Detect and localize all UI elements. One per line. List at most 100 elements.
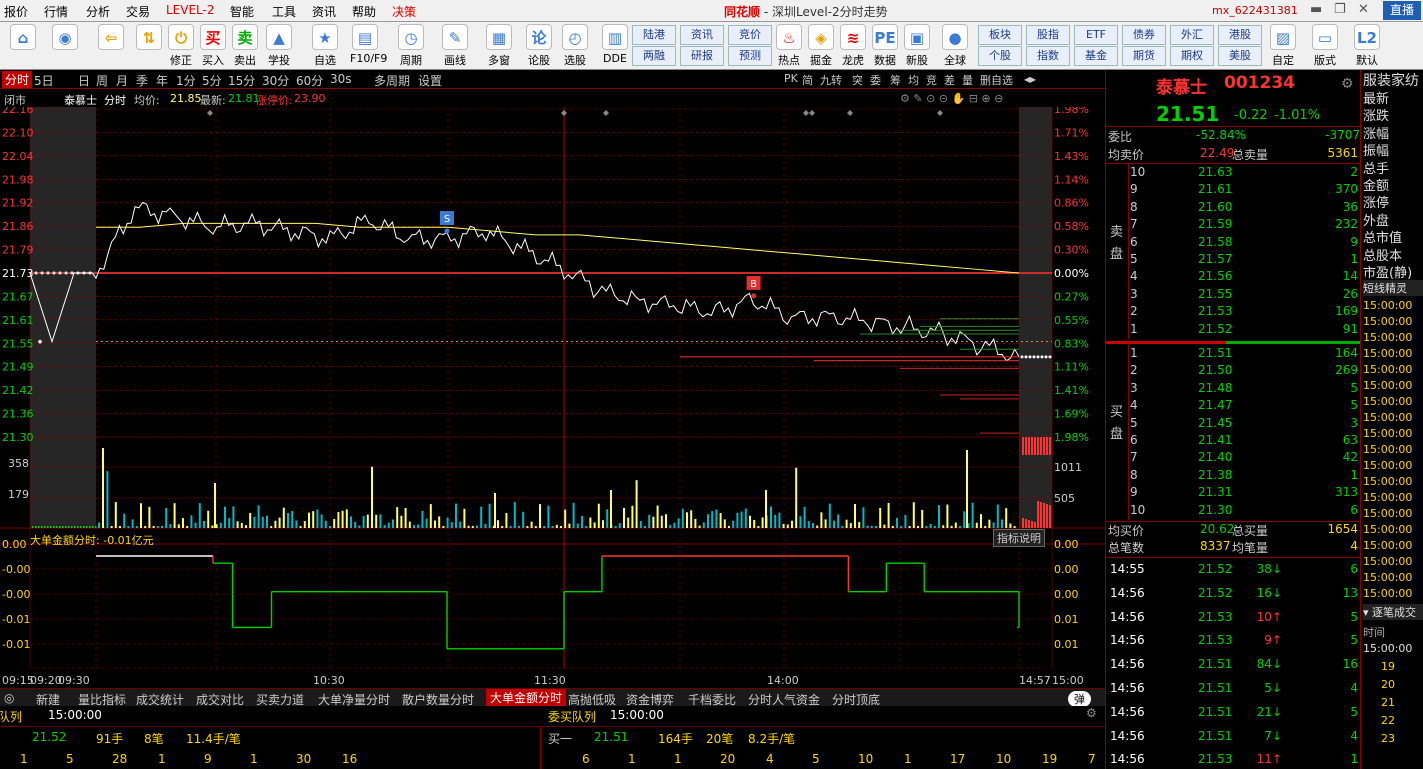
period-tab[interactable]: 分时 — [2, 71, 33, 88]
menu-item[interactable]: 智能 — [230, 3, 254, 20]
quick-link-button[interactable]: 指数 — [1026, 46, 1070, 66]
quick-link-button[interactable]: 研报 — [680, 46, 724, 66]
popup-toggle[interactable]: 弹 — [1068, 691, 1091, 707]
toolbar-button[interactable]: 论论股 — [524, 24, 554, 68]
toolbar-button[interactable]: ⌂ — [8, 24, 38, 52]
toolbar-button[interactable]: ▭ 版式 — [1310, 24, 1340, 68]
period-tool[interactable]: PK — [784, 72, 798, 85]
toolbar-button[interactable]: ▨ 自定 — [1268, 24, 1298, 68]
toolbar-button[interactable]: ⇦ — [96, 24, 126, 52]
period-tab[interactable]: 5日 — [34, 72, 54, 89]
indicator-help-button[interactable]: 指标说明 — [993, 529, 1045, 547]
quick-link-button[interactable]: 预测 — [728, 46, 772, 66]
alert-time[interactable]: 15:00:00 — [1363, 427, 1412, 440]
sector-name[interactable]: 服装家纺 — [1363, 70, 1419, 90]
short-term-section[interactable]: 短线精灵 — [1363, 280, 1423, 296]
period-tab[interactable]: 日 — [78, 72, 90, 89]
toolbar-button[interactable]: ◈ 掘金 — [806, 24, 836, 68]
alert-time[interactable]: 15:00:00 — [1363, 491, 1412, 504]
period-tool[interactable]: 均 — [908, 72, 919, 88]
period-tab[interactable]: 15分 — [228, 72, 255, 89]
toolbar-button[interactable]: 买买入 — [198, 24, 228, 68]
period-tab[interactable]: 周 — [96, 72, 108, 89]
toolbar-button[interactable]: ≋ 龙虎 — [838, 24, 868, 68]
period-tab[interactable]: 1分 — [176, 72, 196, 89]
period-tool[interactable]: 量 — [962, 72, 973, 88]
quick-link-button[interactable]: 债券 — [1122, 25, 1166, 45]
quick-link-button[interactable]: 期权 — [1170, 46, 1214, 66]
quick-link-button[interactable]: 美股 — [1218, 46, 1262, 66]
chart-tool-icons[interactable]: ⚙ ✎ ⊙ ⊝ ✋ ⊟ ⊕ ⊖ — [900, 92, 1003, 105]
alert-time[interactable]: 15:00:00 — [1363, 555, 1412, 568]
minimize-icon[interactable]: ▬ — [1310, 2, 1322, 17]
quick-link-button[interactable]: 基金 — [1074, 46, 1118, 66]
period-tool[interactable]: 筹 — [890, 72, 901, 88]
alert-time[interactable]: 15:00:00 — [1363, 347, 1412, 360]
period-tool[interactable]: 差 — [944, 72, 955, 88]
settings-icon[interactable]: ◎ — [4, 691, 14, 705]
toolbar-button[interactable]: ⇅ — [134, 24, 164, 52]
period-tool[interactable]: 竞 — [926, 72, 937, 88]
toolbar-button[interactable]: PE 数据 — [870, 24, 900, 68]
period-tab[interactable]: 30分 — [262, 72, 289, 89]
menu-item[interactable]: LEVEL-2 — [166, 3, 215, 17]
toolbar-button[interactable]: ⏻ 修正 — [166, 24, 196, 68]
quick-link-button[interactable]: 板块 — [978, 25, 1022, 45]
quick-link-button[interactable]: 外汇 — [1170, 25, 1214, 45]
sound-icon[interactable]: ◂▸ — [1024, 72, 1036, 86]
toolbar-button[interactable]: ★ 自选 — [310, 24, 340, 68]
period-tab[interactable]: 60分 — [296, 72, 323, 89]
quick-link-button[interactable]: 股指 — [1026, 25, 1070, 45]
live-button[interactable]: 直播 — [1383, 1, 1421, 20]
toolbar-button[interactable]: ● 全球 — [940, 24, 970, 68]
settings-icon[interactable]: ⚙ — [1341, 76, 1354, 92]
period-tool[interactable]: 突 — [852, 72, 863, 88]
period-tab[interactable]: 月 — [116, 72, 128, 89]
alert-time[interactable]: 15:00:00 — [1363, 571, 1412, 584]
menu-item[interactable]: 报价 — [4, 3, 28, 20]
menu-item[interactable]: 行情 — [44, 3, 68, 20]
period-tab[interactable]: 5分 — [202, 72, 222, 89]
toolbar-button[interactable]: ◷ 周期 — [396, 24, 426, 68]
quick-link-button[interactable]: 资讯 — [680, 25, 724, 45]
quick-link-button[interactable]: 两融 — [632, 46, 676, 66]
alert-time[interactable]: 15:00:00 — [1363, 395, 1412, 408]
toolbar-button[interactable]: ♨ 热点 — [774, 24, 804, 68]
toolbar-button[interactable]: ◉ — [50, 24, 80, 52]
quick-link-button[interactable]: 陆港 — [632, 25, 676, 45]
toolbar-button[interactable]: 卖卖出 — [230, 24, 260, 68]
period-tab[interactable]: 多周期 — [374, 72, 410, 89]
period-tab[interactable]: 30s — [330, 72, 352, 86]
indicator-tab[interactable]: 大单金额分时 — [486, 689, 567, 707]
menu-item[interactable]: 帮助 — [352, 3, 376, 20]
period-tool[interactable]: 九转 — [820, 72, 842, 88]
tick-detail-title[interactable]: ▾ 逐笔成交 — [1363, 604, 1423, 620]
alert-time[interactable]: 15:00:00 — [1363, 443, 1412, 456]
period-tab[interactable]: 年 — [156, 72, 168, 89]
toolbar-button[interactable]: ◴ 选股 — [560, 24, 590, 68]
restore-icon[interactable]: ❐ — [1334, 2, 1346, 17]
quick-link-button[interactable]: 竞价 — [728, 25, 772, 45]
toolbar-button[interactable]: ✎ 画线 — [440, 24, 470, 68]
alert-time[interactable]: 15:00:00 — [1363, 587, 1412, 600]
alert-time[interactable]: 15:00:00 — [1363, 299, 1412, 312]
alert-time[interactable]: 15:00:00 — [1363, 523, 1412, 536]
alert-time[interactable]: 15:00:00 — [1363, 331, 1412, 344]
quick-link-button[interactable]: 期货 — [1122, 46, 1166, 66]
quick-link-button[interactable]: 港股 — [1218, 25, 1262, 45]
toolbar-button[interactable]: ▣ 新股 — [902, 24, 932, 68]
menu-item[interactable]: 决策 — [392, 3, 416, 20]
toolbar-button[interactable]: ▥ DDE — [600, 24, 630, 65]
alert-time[interactable]: 15:00:00 — [1363, 379, 1412, 392]
alert-time[interactable]: 15:00:00 — [1363, 363, 1412, 376]
alert-time[interactable]: 15:00:00 — [1363, 411, 1412, 424]
quick-link-button[interactable]: ETF — [1074, 25, 1118, 45]
menu-item[interactable]: 工具 — [272, 3, 296, 20]
period-tool[interactable]: 委 — [870, 72, 881, 88]
intraday-chart[interactable]: S B 22.16 22.10 22.04 21.98 21.92 21.86 21.79 21.… — [0, 107, 1105, 688]
alert-time[interactable]: 15:00:00 — [1363, 507, 1412, 520]
gear-icon[interactable]: ⚙ — [1086, 706, 1097, 720]
menu-item[interactable]: 分析 — [86, 3, 110, 20]
toolbar-button[interactable]: ▤ F10/F9 — [350, 24, 387, 65]
account-id[interactable]: mx_622431381 — [1212, 4, 1298, 17]
